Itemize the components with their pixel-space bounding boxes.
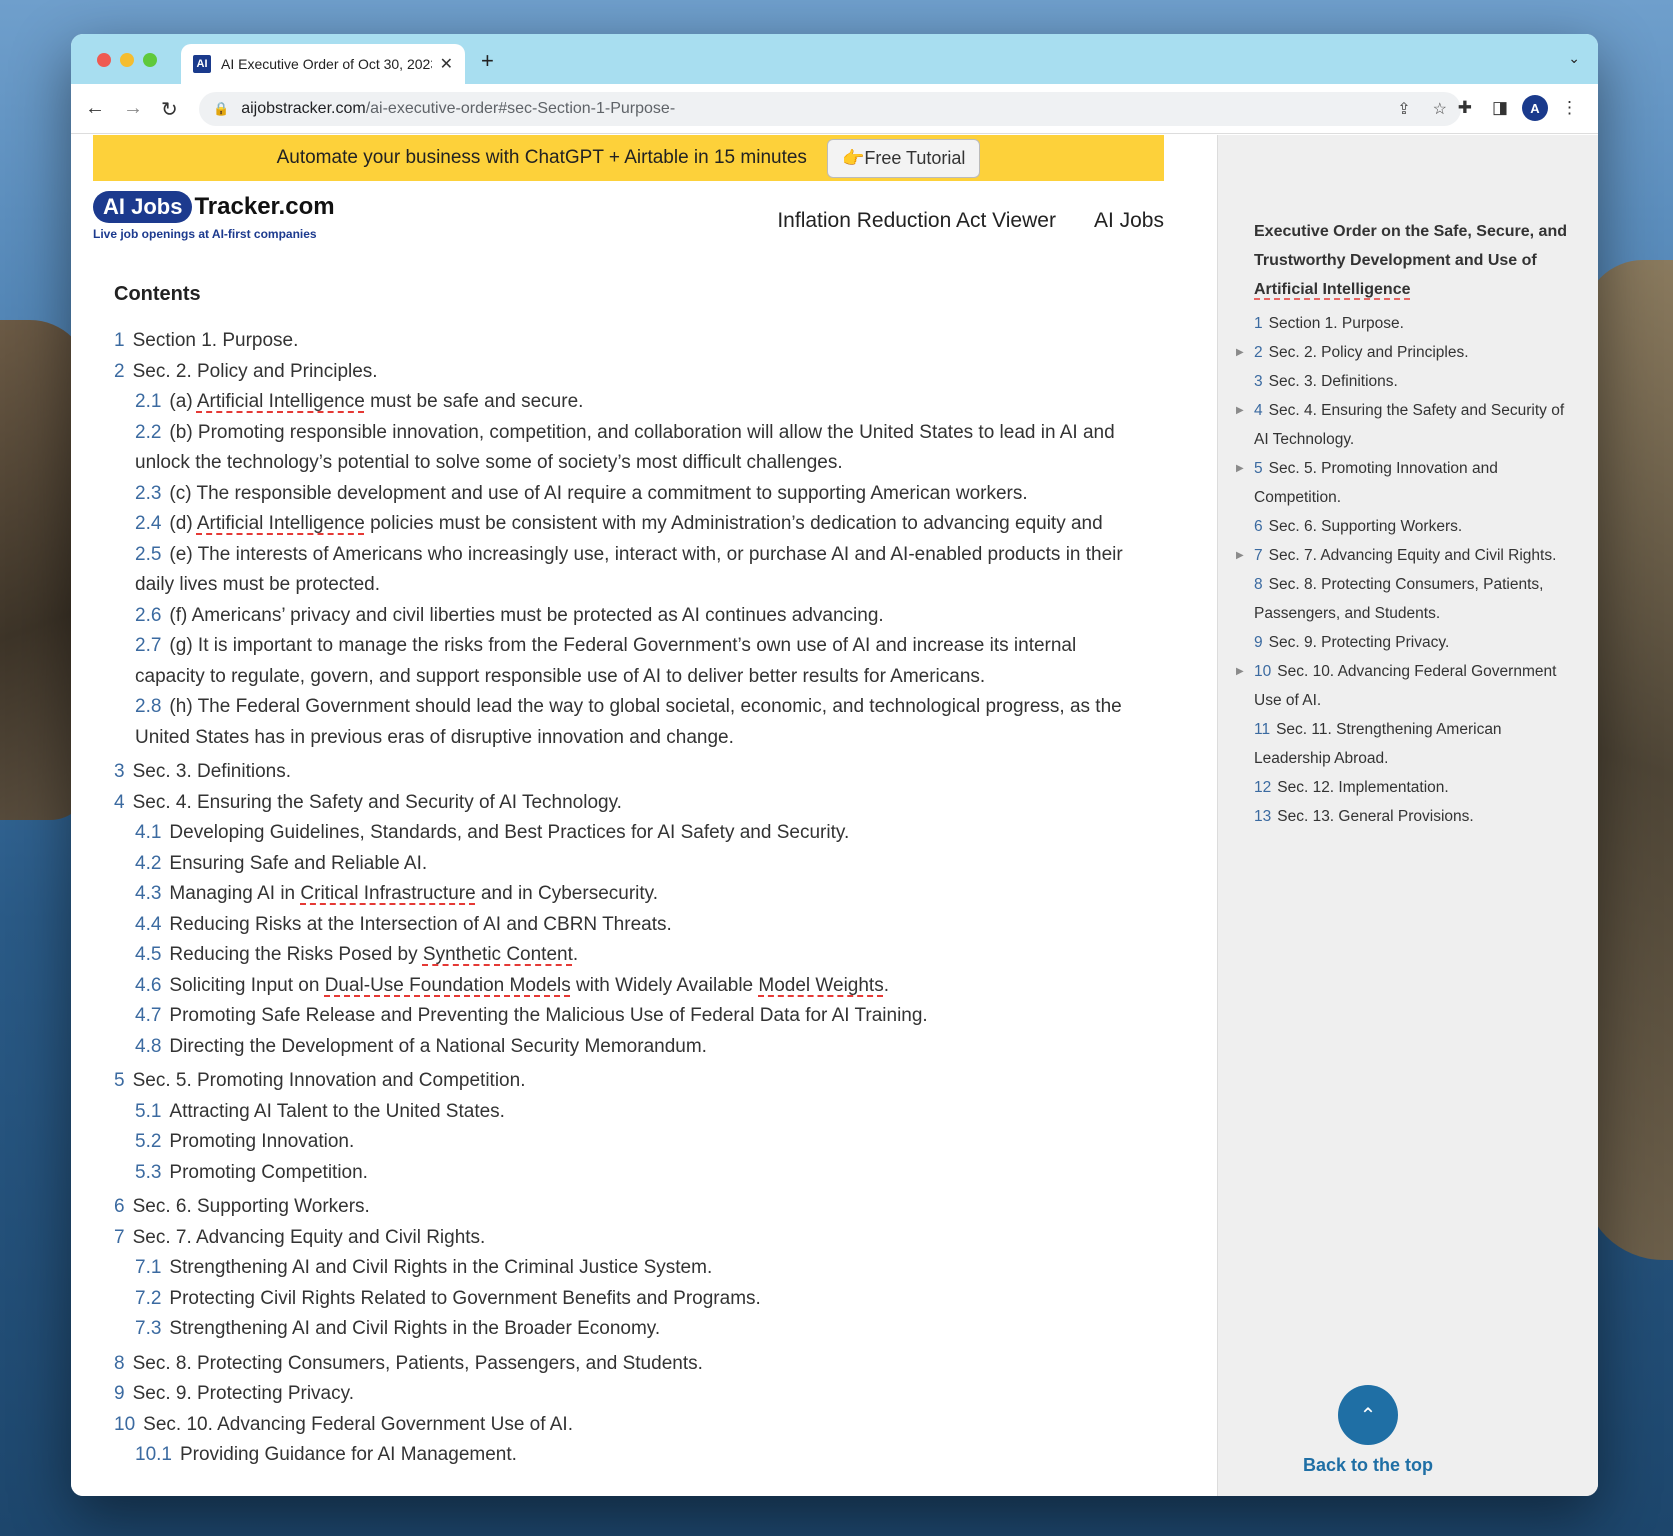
sidebar-item-12[interactable]: 12 Sec. 12. Implementation.	[1236, 773, 1576, 802]
close-tab-icon[interactable]: ✕	[440, 54, 453, 74]
new-tab-button[interactable]: +	[481, 48, 494, 74]
reload-icon[interactable]: ↻	[161, 97, 178, 122]
nav-link-ira-viewer[interactable]: Inflation Reduction Act Viewer	[777, 209, 1056, 233]
sidebar-item-2[interactable]: ▶ 2 Sec. 2. Policy and Principles.	[1236, 338, 1576, 367]
sidebar-item-7[interactable]: ▶ 7 Sec. 7. Advancing Equity and Civil Rig…	[1236, 541, 1576, 570]
sidebar-item-5[interactable]: ▶ 5 Sec. 5. Promoting Innovation and Compe…	[1236, 454, 1576, 512]
sidebar-item-10[interactable]: ▶ 10 Sec. 10. Advancing Federal Government…	[1236, 657, 1576, 715]
toc-subitem[interactable]: 7.2 Protecting Civil Rights Related to Go…	[135, 1284, 1134, 1315]
table-of-contents: Contents 1 Section 1. Purpose. 2 Sec. 2. P…	[114, 283, 1134, 1475]
toc-item[interactable]: 1 Section 1. Purpose.	[114, 326, 1134, 357]
toc-subitem[interactable]: 4.2 Ensuring Safe and Reliable AI.	[135, 849, 1134, 880]
tab-strip: AI AI Executive Order of Oct 30, 2023 ✕ …	[71, 34, 1598, 84]
sidebar-item-6[interactable]: 6 Sec. 6. Supporting Workers.	[1236, 512, 1576, 541]
toc-subitem[interactable]: 2.4 (d) Artificial Intelligence policies …	[135, 509, 1134, 540]
sidebar-item-11[interactable]: 11 Sec. 11. Strengthening American Leader…	[1236, 715, 1576, 773]
toc-subitem[interactable]: 7.1 Strengthening AI and Civil Rights in …	[135, 1253, 1134, 1284]
toc-subitem[interactable]: 2.6 (f) Americans’ privacy and civil libe…	[135, 601, 1134, 632]
sidebar-item-9[interactable]: 9 Sec. 9. Protecting Privacy.	[1236, 628, 1576, 657]
expand-triangle-icon[interactable]: ▶	[1236, 541, 1244, 570]
sidebar-title: Executive Order on the Safe, Secure, and…	[1254, 223, 1567, 298]
toc-subitem[interactable]: 4.7 Promoting Safe Release and Preventing…	[135, 1001, 1134, 1032]
browser-window: AI AI Executive Order of Oct 30, 2023 ✕ …	[71, 34, 1598, 1496]
nav-link-ai-jobs[interactable]: AI Jobs	[1094, 209, 1164, 233]
share-icon[interactable]: ⇪	[1397, 99, 1410, 119]
logo-pill: AI Jobs	[93, 191, 193, 223]
bookmark-star-icon[interactable]: ☆	[1433, 99, 1447, 119]
profile-avatar[interactable]: A	[1522, 95, 1548, 121]
toc-subitem[interactable]: 5.1 Attracting AI Talent to the United St…	[135, 1097, 1134, 1128]
url-text[interactable]: aijobstracker.com/ai-executive-order#sec…	[241, 100, 1375, 118]
toc-subitem[interactable]: 4.4 Reducing Risks at the Intersection of…	[135, 910, 1134, 941]
contents-heading: Contents	[114, 283, 201, 305]
toc-subitem[interactable]: 2.3 (c) The responsible development and u…	[135, 479, 1134, 510]
toc-subitem[interactable]: 4.6 Soliciting Input on Dual-Use Foundati…	[135, 971, 1134, 1002]
toc-subitem[interactable]: 7.3 Strengthening AI and Civil Rights in …	[135, 1314, 1134, 1345]
expand-triangle-icon[interactable]: ▶	[1236, 657, 1244, 686]
back-to-top-label[interactable]: Back to the top	[1298, 1455, 1438, 1476]
address-bar[interactable]: 🔒 aijobstracker.com/ai-executive-order#s…	[199, 92, 1461, 126]
top-nav: Inflation Reduction Act Viewer AI Jobs	[777, 209, 1164, 233]
toc-subitem[interactable]: 4.8 Directing the Development of a Nation…	[135, 1032, 1134, 1063]
toc-subitem[interactable]: 10.1 Providing Guidance for AI Management…	[135, 1440, 1134, 1471]
toc-item[interactable]: 8 Sec. 8. Protecting Consumers, Patients,…	[114, 1349, 1134, 1380]
toc-item[interactable]: 9 Sec. 9. Protecting Privacy.	[114, 1379, 1134, 1410]
tab-title: AI Executive Order of Oct 30, 2023	[221, 56, 432, 72]
toc-subitem[interactable]: 2.7 (g) It is important to manage the ris…	[135, 631, 1134, 692]
back-icon[interactable]: ←	[85, 97, 105, 120]
toc-subitem[interactable]: 4.3 Managing AI in Critical Infrastructur…	[135, 879, 1134, 910]
toc-item[interactable]: 7 Sec. 7. Advancing Equity and Civil Righ…	[114, 1223, 1134, 1254]
minimize-window-button[interactable]	[120, 53, 134, 67]
expand-triangle-icon[interactable]: ▶	[1236, 396, 1244, 425]
tab-search-icon[interactable]: ⌄	[1568, 50, 1580, 67]
sidebar-item-4[interactable]: ▶ 4 Sec. 4. Ensuring the Safety and Securi…	[1236, 396, 1576, 454]
zoom-window-button[interactable]	[143, 53, 157, 67]
sidebar-toc: Executive Order on the Safe, Secure, and…	[1217, 135, 1598, 1496]
toc-subitem[interactable]: 4.1 Developing Guidelines, Standards, and…	[135, 818, 1134, 849]
toc-item[interactable]: 6 Sec. 6. Supporting Workers.	[114, 1192, 1134, 1223]
expand-triangle-icon[interactable]: ▶	[1236, 338, 1244, 367]
close-window-button[interactable]	[97, 53, 111, 67]
expand-triangle-icon[interactable]: ▶	[1236, 454, 1244, 483]
chevron-up-icon[interactable]: ⌃	[1338, 1385, 1398, 1445]
browser-toolbar: ← → ↻ 🔒 aijobstracker.com/ai-executive-o…	[71, 84, 1598, 134]
toc-item[interactable]: 2 Sec. 2. Policy and Principles.	[114, 357, 1134, 388]
favicon-icon: AI	[193, 55, 211, 73]
sidebar-item-8[interactable]: 8 Sec. 8. Protecting Consumers, Patients,…	[1236, 570, 1576, 628]
toc-subitem[interactable]: 2.8 (h) The Federal Government should lea…	[135, 692, 1134, 753]
toc-subitem[interactable]: 4.5 Reducing the Risks Posed by Synthetic…	[135, 940, 1134, 971]
back-to-top-button[interactable]: ⌃ Back to the top	[1298, 1385, 1438, 1476]
sidebar-list: 1 Section 1. Purpose. ▶ 2 Sec. 2. Policy an…	[1236, 309, 1576, 831]
toc-subitem[interactable]: 5.3 Promoting Competition.	[135, 1158, 1134, 1189]
toc-subitem[interactable]: 2.1 (a) Artificial Intelligence must be s…	[135, 387, 1134, 418]
site-logo[interactable]: AI Jobs Tracker.com Live job openings at…	[93, 191, 335, 241]
toc-item[interactable]: 5 Sec. 5. Promoting Innovation and Compet…	[114, 1066, 1134, 1097]
free-tutorial-button[interactable]: 👉Free Tutorial	[826, 138, 981, 178]
toc-subitem[interactable]: 5.2 Promoting Innovation.	[135, 1127, 1134, 1158]
toc-item[interactable]: 4 Sec. 4. Ensuring the Safety and Securit…	[114, 788, 1134, 819]
page-content: Automate your business with ChatGPT + Ai…	[71, 135, 1598, 1496]
banner-text: Automate your business with ChatGPT + Ai…	[276, 147, 807, 168]
forward-icon[interactable]: →	[123, 97, 143, 120]
extensions-icon[interactable]: ✚	[1458, 98, 1472, 118]
toc-item[interactable]: 10 Sec. 10. Advancing Federal Government …	[114, 1410, 1134, 1441]
toc-subitem[interactable]: 2.2 (b) Promoting responsible innovation,…	[135, 418, 1134, 479]
side-panel-icon[interactable]: ◨	[1492, 98, 1508, 118]
logo-tagline: Live job openings at AI-first companies	[93, 227, 317, 241]
sidebar-item-13[interactable]: 13 Sec. 13. General Provisions.	[1236, 802, 1576, 831]
menu-icon[interactable]: ⋮	[1561, 98, 1578, 118]
promo-banner: Automate your business with ChatGPT + Ai…	[93, 135, 1164, 181]
lock-icon[interactable]: 🔒	[213, 101, 229, 117]
main-column: Automate your business with ChatGPT + Ai…	[71, 135, 1217, 1496]
toc-item[interactable]: 3 Sec. 3. Definitions.	[114, 757, 1134, 788]
toc-subitem[interactable]: 2.5 (e) The interests of Americans who in…	[135, 540, 1134, 601]
active-tab[interactable]: AI AI Executive Order of Oct 30, 2023 ✕	[181, 44, 465, 84]
sidebar-item-3[interactable]: 3 Sec. 3. Definitions.	[1236, 367, 1576, 396]
logo-text: Tracker.com	[194, 193, 335, 220]
sidebar-item-1[interactable]: 1 Section 1. Purpose.	[1236, 309, 1576, 338]
